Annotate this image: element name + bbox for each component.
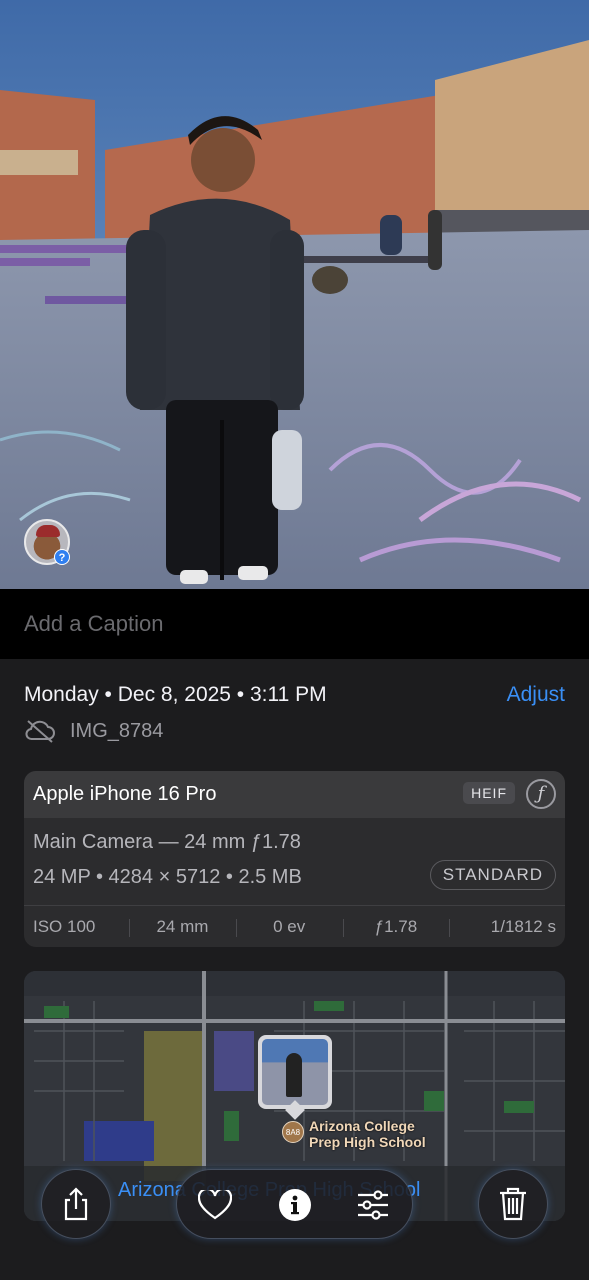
- exif-iso: ISO 100: [33, 916, 96, 936]
- adjust-date-button[interactable]: Adjust: [507, 683, 565, 707]
- map-photo-thumbnail[interactable]: [258, 1035, 332, 1120]
- thumbnail-image: [262, 1039, 328, 1105]
- info-button[interactable]: [277, 1187, 313, 1223]
- sliders-icon: [358, 1190, 388, 1220]
- format-badge: HEIF: [463, 782, 515, 804]
- share-icon: [64, 1187, 88, 1221]
- exif-exposure: 0 ev: [235, 917, 343, 937]
- share-button[interactable]: [41, 1169, 111, 1239]
- photo-viewer[interactable]: ?: [0, 0, 589, 589]
- camera-info-card: Apple iPhone 16 Pro HEIF ƒ Main Camera —…: [24, 771, 565, 947]
- exif-aperture: ƒ1.78: [342, 917, 450, 937]
- face-thumbnail: [36, 525, 60, 537]
- aperture-icon[interactable]: ƒ: [526, 779, 556, 809]
- info-icon: [279, 1189, 311, 1221]
- photographic-style-badge: STANDARD: [429, 860, 556, 890]
- person-face-badge[interactable]: ?: [24, 519, 70, 565]
- file-info-row: IMG_8784: [24, 719, 163, 743]
- photo-image: [0, 0, 589, 589]
- cloud-slash-icon: [25, 720, 55, 743]
- heart-icon: [198, 1190, 232, 1220]
- device-name: Apple iPhone 16 Pro: [33, 783, 217, 805]
- image-specs: 24 MP • 4284 × 5712 • 2.5 MB: [33, 866, 302, 888]
- caption-input[interactable]: [24, 609, 564, 639]
- favorite-button[interactable]: [197, 1187, 233, 1223]
- exif-focal-length: 24 mm: [129, 917, 236, 937]
- toolbar-center-group: [176, 1169, 413, 1239]
- date-time: Monday • Dec 8, 2025 • 3:11 PM: [24, 683, 327, 706]
- caption-bar: [0, 589, 589, 659]
- lens-info: Main Camera — 24 mm ƒ1.78: [33, 831, 301, 853]
- filename: IMG_8784: [70, 719, 164, 742]
- edit-button[interactable]: [355, 1187, 391, 1223]
- question-badge-icon: ?: [54, 549, 70, 565]
- delete-button[interactable]: [478, 1169, 548, 1239]
- exif-row: ISO 100 24 mm 0 ev ƒ1.78 1/1812 s: [24, 905, 565, 947]
- trash-icon: [500, 1187, 526, 1221]
- exif-shutter: 1/1812 s: [449, 917, 565, 937]
- place-label: Arizona College Prep High School: [309, 1118, 426, 1150]
- school-pin-icon[interactable]: 8A8: [282, 1121, 304, 1143]
- place-label-line1: Arizona College: [309, 1118, 415, 1134]
- camera-card-header: Apple iPhone 16 Pro HEIF ƒ: [24, 771, 565, 818]
- place-label-line2: Prep High School: [309, 1134, 426, 1150]
